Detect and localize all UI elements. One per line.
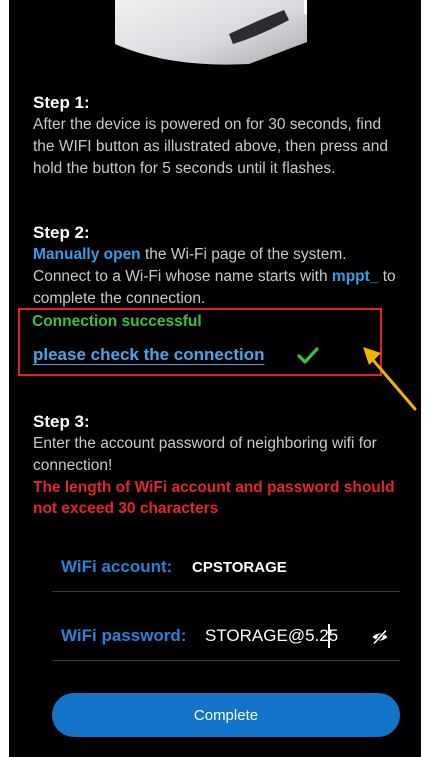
text-cursor [328,624,330,648]
step-1-title: Step 1: [33,93,90,112]
device-image [115,0,307,65]
check-connection-link[interactable]: please check the connection [33,345,264,365]
wifi-setup-screen: Step 1: After the device is powered on f… [9,0,421,757]
wifi-account-row: WiFi account: CPSTORAGE [52,545,400,592]
wifi-account-field[interactable]: CPSTORAGE [192,559,287,576]
complete-button[interactable]: Complete [52,693,400,737]
manually-open-link[interactable]: Manually open [33,246,141,263]
connection-status-box: Connection successful please check the c… [18,308,382,376]
step-3-title: Step 3: [33,412,90,431]
check-icon [297,347,319,364]
wifi-prefix: mppt_ [331,268,379,285]
step-2: Step 2: Manually open the Wi-Fi page of … [33,222,403,310]
wifi-password-row: WiFi password: STORAGE@5.25 [52,614,400,661]
step-1: Step 1: After the device is powered on f… [33,92,403,180]
step-2-title: Step 2: [33,223,90,242]
length-warning: The length of WiFi account and password … [33,479,395,517]
step-3-text: Enter the account password of neighborin… [33,435,377,474]
step-3: Step 3: Enter the account password of ne… [33,411,403,519]
eye-off-icon[interactable] [371,628,389,646]
wifi-account-label: WiFi account: [61,557,173,576]
wifi-password-field[interactable]: STORAGE@5.25 [205,626,338,646]
connection-status: Connection successful [32,313,202,330]
step-2-text: Manually open the Wi-Fi page of the syst… [33,244,403,310]
step-1-text: After the device is powered on for 30 se… [33,116,388,177]
annotation-arrow-icon [363,347,417,411]
wifi-password-label: WiFi password: [61,626,187,645]
